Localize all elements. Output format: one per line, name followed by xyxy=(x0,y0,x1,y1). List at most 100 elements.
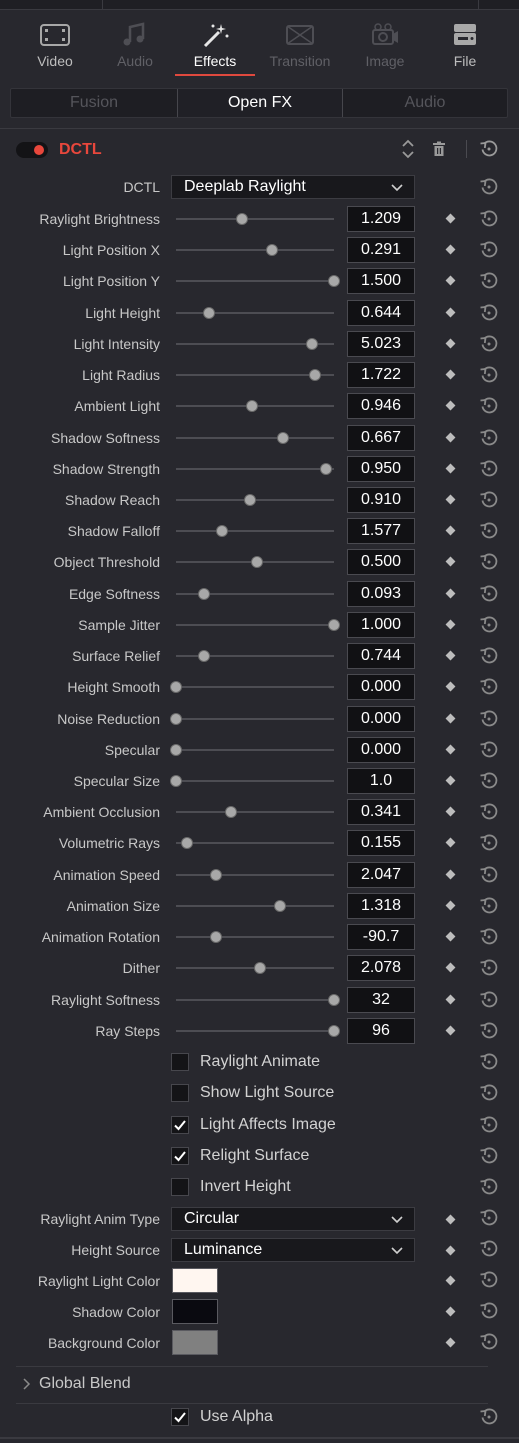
reset-icon[interactable] xyxy=(479,802,499,822)
animation-speed-slider[interactable] xyxy=(176,874,334,876)
raylight-brightness-value[interactable]: 1.209 xyxy=(347,206,415,232)
shadow-softness-slider[interactable] xyxy=(176,437,334,439)
reset-icon[interactable] xyxy=(479,428,499,448)
light-affects-image-checkbox[interactable] xyxy=(171,1116,189,1134)
shadow-softness-value[interactable]: 0.667 xyxy=(347,425,415,451)
keyframe-diamond-icon[interactable] xyxy=(445,307,456,318)
keyframe-diamond-icon[interactable] xyxy=(445,681,456,692)
dither-value[interactable]: 2.078 xyxy=(347,955,415,981)
noise-reduction-slider[interactable] xyxy=(176,718,334,720)
tab-video[interactable]: Video xyxy=(15,10,95,76)
slider-handle[interactable] xyxy=(274,900,287,912)
reset-icon[interactable] xyxy=(479,334,499,354)
show-light-source-checkbox[interactable] xyxy=(171,1084,189,1102)
keyframe-diamond-icon[interactable] xyxy=(445,588,456,599)
reset-icon[interactable] xyxy=(479,177,499,197)
keyframe-diamond-icon[interactable] xyxy=(445,213,456,224)
slider-handle[interactable] xyxy=(170,713,182,725)
shadow-color-swatch[interactable] xyxy=(172,1299,218,1324)
keyframe-diamond-icon[interactable] xyxy=(445,556,456,567)
slider-handle[interactable] xyxy=(328,1025,340,1037)
reset-icon[interactable] xyxy=(479,365,499,385)
reset-icon[interactable] xyxy=(479,1021,499,1041)
reset-all-icon[interactable] xyxy=(479,139,499,159)
slider-handle[interactable] xyxy=(170,681,182,693)
specular-value[interactable]: 0.000 xyxy=(347,737,415,763)
ray-steps-slider[interactable] xyxy=(176,1030,334,1032)
keyframe-diamond-icon[interactable] xyxy=(445,1275,456,1286)
object-threshold-value[interactable]: 0.500 xyxy=(347,549,415,575)
raylight-light-color-swatch[interactable] xyxy=(172,1268,218,1293)
slider-handle[interactable] xyxy=(209,931,222,943)
slider-handle[interactable] xyxy=(203,307,216,319)
reset-icon[interactable] xyxy=(479,1146,499,1166)
effect-enable-toggle[interactable] xyxy=(16,142,48,158)
tab-transition[interactable]: Transition xyxy=(260,10,340,76)
slider-handle[interactable] xyxy=(253,962,266,974)
light-position-y-slider[interactable] xyxy=(176,280,334,282)
invert-height-checkbox[interactable] xyxy=(171,1178,189,1196)
reset-icon[interactable] xyxy=(479,927,499,947)
height-smooth-slider[interactable] xyxy=(176,686,334,688)
ambient-occlusion-slider[interactable] xyxy=(176,811,334,813)
raylight-animate-checkbox[interactable] xyxy=(171,1053,189,1071)
slider-handle[interactable] xyxy=(198,650,211,662)
slider-handle[interactable] xyxy=(209,869,222,881)
slider-handle[interactable] xyxy=(225,806,238,818)
slider-handle[interactable] xyxy=(250,556,263,568)
reset-icon[interactable] xyxy=(479,709,499,729)
ambient-occlusion-value[interactable]: 0.341 xyxy=(347,799,415,825)
keyframe-diamond-icon[interactable] xyxy=(445,1306,456,1317)
tab-file[interactable]: File xyxy=(425,10,505,76)
volumetric-rays-slider[interactable] xyxy=(176,842,334,844)
keyframe-diamond-icon[interactable] xyxy=(445,900,456,911)
light-radius-value[interactable]: 1.722 xyxy=(347,362,415,388)
reset-icon[interactable] xyxy=(479,552,499,572)
keyframe-diamond-icon[interactable] xyxy=(445,619,456,630)
keyframe-diamond-icon[interactable] xyxy=(445,1025,456,1036)
keyframe-diamond-icon[interactable] xyxy=(445,744,456,755)
keyframe-diamond-icon[interactable] xyxy=(445,463,456,474)
reset-icon[interactable] xyxy=(479,240,499,260)
reset-icon[interactable] xyxy=(479,1115,499,1135)
keyframe-diamond-icon[interactable] xyxy=(445,1214,456,1225)
segment-open-fx[interactable]: Open FX xyxy=(177,89,343,117)
raylight-softness-value[interactable]: 32 xyxy=(347,987,415,1013)
slider-handle[interactable] xyxy=(245,400,258,412)
reset-icon[interactable] xyxy=(479,1208,499,1228)
slider-handle[interactable] xyxy=(181,837,194,849)
specular-size-slider[interactable] xyxy=(176,780,334,782)
animation-size-value[interactable]: 1.318 xyxy=(347,893,415,919)
reset-icon[interactable] xyxy=(479,833,499,853)
reset-icon[interactable] xyxy=(479,1052,499,1072)
surface-relief-value[interactable]: 0.744 xyxy=(347,643,415,669)
reset-icon[interactable] xyxy=(479,990,499,1010)
tab-effects[interactable]: Effects xyxy=(175,10,255,76)
global-blend-section[interactable]: Global Blend xyxy=(39,1375,131,1393)
reset-icon[interactable] xyxy=(479,1407,499,1427)
tab-image[interactable]: Image xyxy=(345,10,425,76)
slider-handle[interactable] xyxy=(198,588,211,600)
raylight-brightness-slider[interactable] xyxy=(176,218,334,220)
sample-jitter-value[interactable]: 1.000 xyxy=(347,612,415,638)
light-intensity-value[interactable]: 5.023 xyxy=(347,331,415,357)
reset-icon[interactable] xyxy=(479,771,499,791)
reset-icon[interactable] xyxy=(479,209,499,229)
keyframe-diamond-icon[interactable] xyxy=(445,400,456,411)
raylight-softness-slider[interactable] xyxy=(176,999,334,1001)
light-height-slider[interactable] xyxy=(176,312,334,314)
reset-icon[interactable] xyxy=(479,865,499,885)
reset-icon[interactable] xyxy=(479,1239,499,1259)
keyframe-diamond-icon[interactable] xyxy=(445,338,456,349)
chevron-right-icon[interactable] xyxy=(22,1377,32,1391)
reset-icon[interactable] xyxy=(479,459,499,479)
keyframe-diamond-icon[interactable] xyxy=(445,1337,456,1348)
ray-steps-value[interactable]: 96 xyxy=(347,1018,415,1044)
animation-speed-value[interactable]: 2.047 xyxy=(347,862,415,888)
reset-icon[interactable] xyxy=(479,958,499,978)
slider-handle[interactable] xyxy=(320,463,333,475)
volumetric-rays-value[interactable]: 0.155 xyxy=(347,830,415,856)
slider-handle[interactable] xyxy=(170,775,182,787)
slider-handle[interactable] xyxy=(266,244,279,256)
reset-icon[interactable] xyxy=(479,521,499,541)
